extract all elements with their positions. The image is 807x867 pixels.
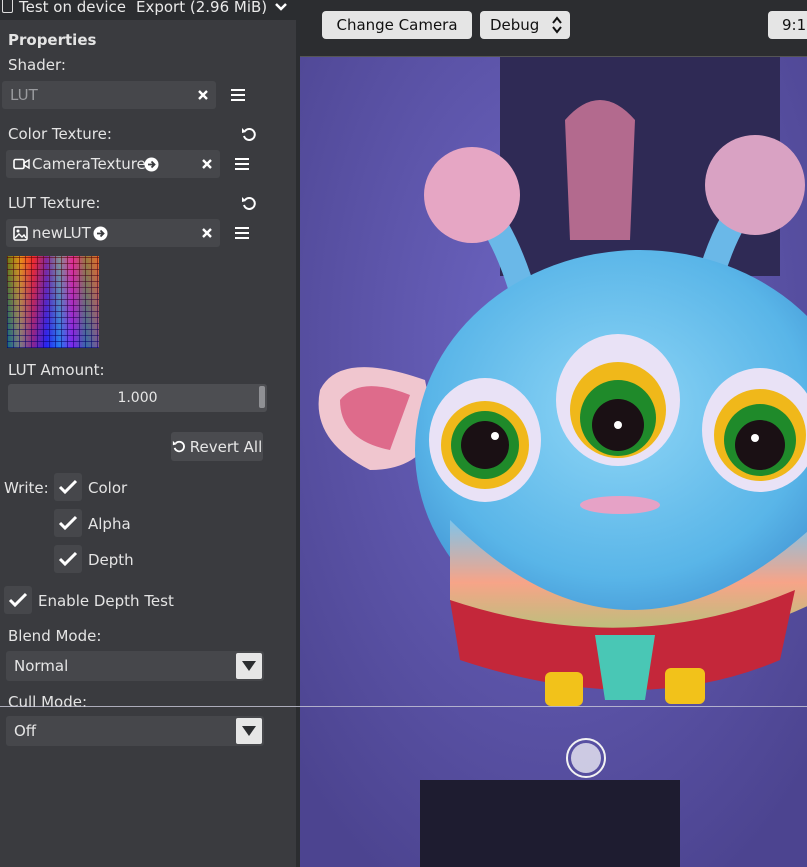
checkmark-icon: [8, 592, 28, 608]
test-on-device-button[interactable]: Test on device: [2, 0, 126, 16]
shader-value: LUT: [10, 86, 38, 104]
checkmark-icon: [58, 479, 78, 495]
shader-menu-hamburger-icon[interactable]: [229, 87, 247, 103]
blend-mode-label: Blend Mode:: [8, 627, 102, 645]
revert-all-label: Revert All: [189, 437, 263, 456]
write-alpha-checkbox[interactable]: [54, 509, 82, 537]
arrow-circle-icon[interactable]: [92, 225, 108, 241]
capture-button-icon[interactable]: [566, 738, 606, 778]
shader-field[interactable]: LUT: [2, 81, 216, 109]
chevron-down-icon: [275, 3, 287, 11]
cull-mode-label: Cull Mode:: [8, 693, 88, 711]
lut-texture-preview: [7, 256, 99, 348]
write-color-checkbox[interactable]: [54, 473, 82, 501]
color-texture-field[interactable]: CameraTexture: [6, 150, 220, 178]
preview-image: [300, 0, 807, 867]
export-button[interactable]: Export (2.96 MiB): [136, 0, 287, 16]
test-on-device-label: Test on device: [19, 0, 127, 16]
color-texture-reset-icon[interactable]: [240, 126, 258, 144]
change-camera-button[interactable]: Change Camera: [322, 11, 472, 39]
revert-all-button[interactable]: Revert All: [171, 432, 263, 461]
arrow-circle-icon[interactable]: [143, 156, 159, 172]
checkmark-icon: [58, 515, 78, 531]
color-texture-hamburger-icon[interactable]: [233, 156, 251, 172]
close-icon[interactable]: [200, 156, 214, 172]
lut-texture-hamburger-icon[interactable]: [233, 225, 251, 241]
write-depth-checkbox[interactable]: [54, 545, 82, 573]
lut-texture-label: LUT Texture:: [8, 194, 101, 212]
cull-mode-value: Off: [14, 722, 37, 740]
checkmark-icon: [58, 551, 78, 567]
reset-icon: [172, 440, 185, 452]
camera-preview[interactable]: Change Camera Debug 9:16: [300, 0, 807, 867]
enable-depth-test-checkbox[interactable]: [4, 586, 32, 614]
write-label: Write:: [4, 479, 49, 497]
blend-mode-select[interactable]: Normal: [6, 651, 264, 681]
slider-handle[interactable]: [259, 386, 265, 408]
panel-title: Properties: [8, 31, 97, 49]
updown-chevron-icon: [552, 16, 562, 34]
lut-texture-value: newLUT: [32, 224, 91, 242]
color-texture-value: CameraTexture: [32, 155, 146, 173]
write-alpha-label: Alpha: [88, 515, 131, 533]
close-icon[interactable]: [196, 87, 210, 103]
divider-line: [0, 706, 807, 707]
cull-mode-select[interactable]: Off: [6, 716, 264, 746]
color-texture-label: Color Texture:: [8, 125, 112, 143]
debug-label: Debug: [490, 16, 540, 34]
triangle-down-icon: [236, 653, 262, 679]
time-display: 9:16: [768, 11, 807, 39]
image-icon: [12, 225, 28, 241]
shader-label: Shader:: [8, 56, 66, 74]
lut-amount-label: LUT Amount:: [8, 361, 105, 379]
top-bar: Test on device Export (2.96 MiB): [0, 0, 300, 18]
lut-amount-value: 1.000: [117, 390, 158, 406]
lut-amount-slider[interactable]: 1.000: [8, 384, 267, 412]
device-icon: [2, 0, 13, 13]
enable-depth-test-label: Enable Depth Test: [38, 592, 174, 610]
blend-mode-value: Normal: [14, 657, 69, 675]
write-depth-label: Depth: [88, 551, 134, 569]
lut-texture-reset-icon[interactable]: [240, 195, 258, 213]
debug-select[interactable]: Debug: [480, 11, 570, 39]
lut-texture-field[interactable]: newLUT: [6, 219, 220, 247]
write-color-label: Color: [88, 479, 128, 497]
close-icon[interactable]: [200, 225, 214, 241]
triangle-down-icon: [236, 718, 262, 744]
export-label: Export (2.96 MiB): [136, 0, 268, 16]
camera-icon: [12, 157, 30, 171]
